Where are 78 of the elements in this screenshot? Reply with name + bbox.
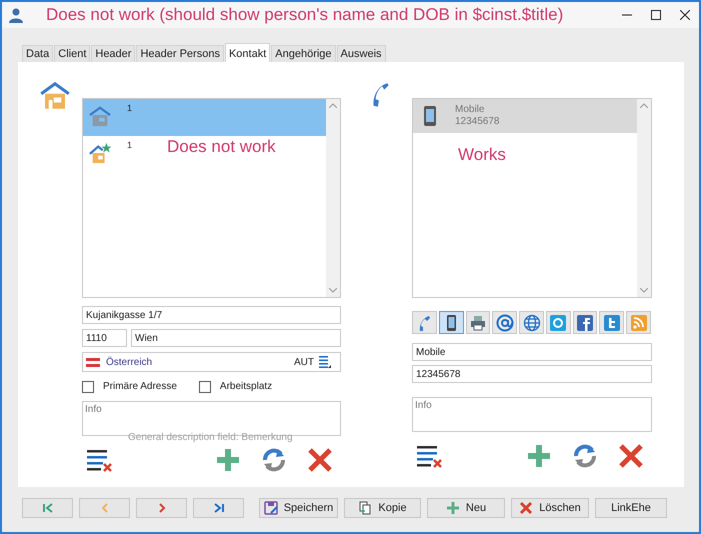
address-row[interactable]: 1 — [83, 99, 326, 136]
checkbox[interactable] — [82, 380, 94, 392]
contact-type-button[interactable] — [519, 311, 544, 334]
city-field[interactable]: Wien — [131, 329, 341, 347]
save-icon — [264, 501, 278, 515]
tab[interactable]: Header — [91, 45, 136, 62]
refresh-icon[interactable] — [572, 444, 598, 468]
contact-type-button[interactable] — [438, 311, 464, 334]
skype-icon — [549, 314, 568, 332]
clear-list-icon[interactable] — [416, 444, 442, 468]
add-icon[interactable] — [215, 448, 241, 472]
contact-type-button[interactable] — [599, 311, 624, 334]
house-icon — [87, 105, 113, 127]
tab[interactable]: Kontakt — [224, 43, 270, 62]
list-icon — [317, 356, 331, 368]
delete-icon[interactable] — [618, 444, 644, 468]
scroll-down-icon[interactable] — [640, 288, 648, 293]
tab[interactable]: Client — [54, 45, 90, 62]
scrollbar[interactable] — [326, 99, 340, 297]
window-title: Does not work (should show person's name and DOB in $cinst.$title) — [46, 5, 564, 25]
contact-type-field[interactable]: Mobile — [412, 343, 652, 361]
globe-icon — [522, 314, 541, 332]
contact-type-button[interactable] — [412, 311, 437, 334]
scrollbar[interactable] — [637, 99, 651, 297]
zip-field[interactable]: 1110 — [82, 329, 127, 347]
copy-button[interactable]: Kopie — [344, 498, 421, 518]
entry-number: 1 — [127, 140, 132, 150]
rss-icon — [630, 314, 648, 332]
contact-type-button[interactable] — [492, 311, 518, 334]
clear-list-icon[interactable] — [86, 448, 112, 472]
tab[interactable]: Angehörige — [271, 45, 336, 62]
last-record-button[interactable] — [193, 498, 244, 518]
person-icon — [8, 7, 24, 23]
austria-flag-icon — [86, 358, 100, 366]
annotation-text: Does not work — [167, 137, 276, 157]
contact-type-button[interactable] — [572, 311, 598, 334]
house-star-icon — [87, 142, 113, 164]
close-icon[interactable] — [680, 10, 690, 20]
contact-type: Mobile — [455, 104, 486, 116]
maximize-icon[interactable] — [650, 10, 660, 20]
street-field[interactable]: Kujanikgasse 1/7 — [82, 306, 341, 324]
mobile-phone-icon — [423, 105, 437, 127]
facebook-icon — [576, 314, 594, 332]
country-code: AUT — [294, 356, 314, 368]
checkbox-label: Arbeitsplatz — [220, 381, 272, 392]
country-name: Österreich — [106, 356, 154, 368]
add-icon — [446, 501, 460, 515]
copy-icon — [358, 501, 372, 515]
tab[interactable]: Data — [22, 45, 54, 62]
first-record-icon — [40, 501, 54, 515]
contact-type-button[interactable] — [466, 311, 490, 334]
entry-number: 1 — [127, 103, 132, 113]
add-icon[interactable] — [526, 444, 552, 468]
info-field[interactable]: Info — [412, 397, 652, 432]
delete-icon — [519, 501, 534, 515]
scroll-up-icon[interactable] — [640, 103, 648, 108]
new-button[interactable]: Neu — [427, 498, 505, 518]
checkbox[interactable] — [198, 380, 211, 392]
delete-button[interactable]: Löschen — [511, 498, 589, 518]
printer-icon — [468, 314, 487, 332]
first-record-button[interactable] — [22, 498, 73, 518]
tab[interactable]: Ausweis — [336, 45, 386, 62]
link-button[interactable]: LinkEhe — [595, 498, 667, 518]
contact-number: 12345678 — [455, 116, 500, 128]
refresh-icon[interactable] — [261, 448, 287, 472]
twitter-icon — [602, 314, 621, 332]
last-record-icon — [212, 501, 226, 515]
address-row[interactable]: 1 — [83, 136, 143, 173]
scroll-down-icon[interactable] — [329, 288, 337, 293]
checkbox-label: Primäre Adresse — [103, 381, 177, 392]
at-sign-icon — [496, 314, 514, 332]
phone-number-field[interactable]: 12345678 — [412, 365, 652, 383]
annotation-text: Works — [458, 145, 506, 165]
country-dropdown[interactable]: Österreich AUT — [82, 352, 341, 372]
save-button[interactable]: Speichern — [259, 498, 338, 518]
tab[interactable]: Header Persons — [136, 45, 224, 62]
delete-icon[interactable] — [307, 448, 333, 472]
scroll-up-icon[interactable] — [329, 103, 337, 108]
